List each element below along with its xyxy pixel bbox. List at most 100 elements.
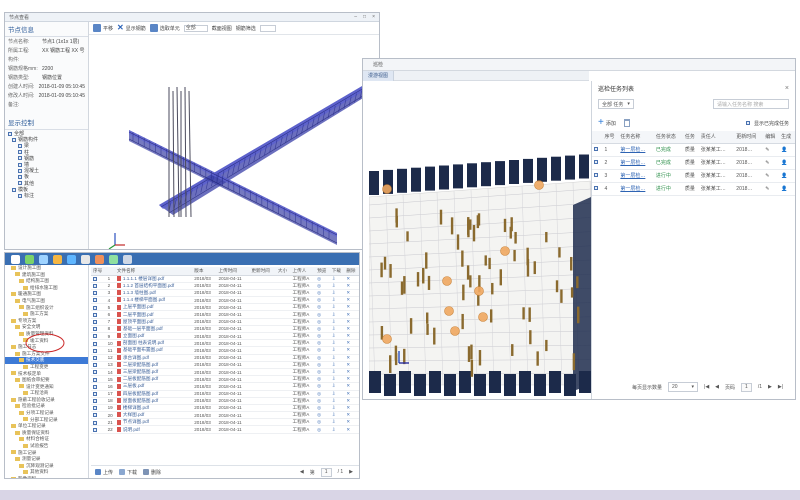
file-name-cell[interactable]: 说明.pdf bbox=[114, 425, 193, 434]
preview-icon[interactable]: ◎ bbox=[315, 296, 330, 305]
preview-icon[interactable]: ◎ bbox=[315, 368, 330, 377]
table-row[interactable]: 19 楼梯详图.pdf 2018/03 2018-04-11 工程师A ◎ ⇩ ✕ bbox=[91, 404, 359, 413]
folder-tree-item[interactable]: 施工方案 bbox=[5, 311, 88, 318]
folder-tree-item[interactable]: 结构施工图 bbox=[5, 278, 88, 285]
preview-icon[interactable]: ◎ bbox=[315, 303, 330, 312]
taskbar-app-icon[interactable] bbox=[95, 254, 104, 264]
task-name[interactable]: 第一层检… bbox=[618, 156, 654, 170]
table-row[interactable]: 15 二层板配筋图.pdf 2018/03 2018-04-11 工程师A ◎ ⇩ ✕ bbox=[91, 375, 359, 384]
delete-icon[interactable]: ✕ bbox=[344, 325, 359, 334]
download-icon[interactable]: ⇩ bbox=[329, 361, 345, 369]
folder-tree-item[interactable]: 隐蔽工程验收记录 bbox=[5, 397, 88, 404]
preview-icon[interactable]: ◎ bbox=[315, 404, 330, 413]
rebar-filter-input[interactable] bbox=[259, 24, 276, 32]
edit-icon[interactable]: ✎ bbox=[763, 143, 780, 157]
delete-icon[interactable]: ✕ bbox=[344, 289, 359, 298]
table-row[interactable]: 22 说明.pdf 2018/03 2018-04-11 工程师A ◎ ⇩ ✕ bbox=[91, 425, 359, 434]
task-row[interactable]: 2 第一层检… 已完成 质量 张某某工… 2018… ✎ 👤 bbox=[592, 156, 795, 170]
row-checkbox-cell[interactable] bbox=[592, 182, 603, 196]
download-icon[interactable]: ⇩ bbox=[329, 318, 345, 326]
preview-icon[interactable]: ◎ bbox=[315, 411, 330, 420]
download-icon[interactable]: ⇩ bbox=[329, 411, 345, 420]
task-type-select[interactable]: 全部 任务 ▾ bbox=[598, 99, 634, 109]
file-name-cell[interactable]: 立面图.pdf bbox=[114, 332, 193, 341]
download-icon[interactable]: ⇩ bbox=[329, 397, 345, 405]
download-icon[interactable]: ⇩ bbox=[329, 275, 345, 283]
taskbar-app-icon[interactable] bbox=[123, 254, 132, 264]
preview-icon[interactable]: ◎ bbox=[315, 310, 330, 319]
row-checkbox-cell[interactable] bbox=[91, 354, 106, 362]
edit-icon[interactable]: ✎ bbox=[763, 156, 780, 170]
preview-icon[interactable]: ◎ bbox=[315, 361, 330, 369]
row-checkbox-cell[interactable] bbox=[91, 390, 106, 398]
task-name[interactable]: 第一层检… bbox=[618, 169, 654, 183]
close-icon[interactable]: × bbox=[785, 85, 789, 92]
last-page-icon[interactable]: ▶| bbox=[778, 384, 783, 390]
table-row[interactable]: 1 1.1.1.1 楼层详图.pdf 2018/03 2018-04-11 工程师A ◎ ⇩… bbox=[91, 275, 359, 283]
delete-icon[interactable]: ✕ bbox=[344, 375, 359, 384]
file-name-cell[interactable]: 三层板.pdf bbox=[114, 382, 193, 391]
download-icon[interactable]: ⇩ bbox=[329, 310, 345, 319]
preview-icon[interactable]: ◎ bbox=[315, 325, 330, 334]
folder-tree-item[interactable]: 设计施工图 bbox=[5, 265, 88, 272]
preview-icon[interactable]: ◎ bbox=[315, 339, 330, 348]
file-name-cell[interactable]: 基础平面布置图.pdf bbox=[114, 346, 193, 355]
file-name-cell[interactable]: 四层板配筋图.pdf bbox=[114, 390, 193, 398]
preview-icon[interactable]: ◎ bbox=[315, 390, 330, 398]
delete-icon[interactable]: ✕ bbox=[344, 411, 359, 420]
file-name-cell[interactable]: 屋面板配筋图.pdf bbox=[114, 397, 193, 405]
delete-icon[interactable]: ✕ bbox=[344, 354, 359, 362]
download-icon[interactable]: ⇩ bbox=[329, 296, 345, 305]
file-name-cell[interactable]: 1.1.4 楼梯平面图.pdf bbox=[114, 296, 193, 305]
preview-icon[interactable]: ◎ bbox=[315, 382, 330, 391]
table-row[interactable]: 16 三层板.pdf 2018/03 2018-04-11 工程师A ◎ ⇩ ✕ bbox=[91, 382, 359, 391]
task-row[interactable]: 1 第一层检… 已完成 质量 张某某工… 2018… ✎ 👤 bbox=[592, 143, 795, 157]
task-search-input[interactable]: 请输入任务名称 搜索 bbox=[713, 99, 789, 109]
file-name-cell[interactable]: 三层梁配筋图.pdf bbox=[114, 368, 193, 377]
file-name-cell[interactable]: 二层平面图.pdf bbox=[114, 310, 193, 319]
filter-input[interactable]: 全部 bbox=[183, 24, 208, 32]
row-checkbox-cell[interactable] bbox=[91, 425, 106, 434]
preview-icon[interactable]: ◎ bbox=[315, 289, 330, 298]
preview-icon[interactable]: ◎ bbox=[315, 346, 330, 355]
table-row[interactable]: 21 节点详图.pdf 2018/03 2018-04-11 工程师A ◎ ⇩ ✕ bbox=[91, 418, 359, 427]
pager-prev-icon[interactable]: ◀ bbox=[300, 469, 304, 475]
preview-icon[interactable]: ◎ bbox=[315, 318, 330, 326]
download-icon[interactable]: ⇩ bbox=[329, 289, 345, 298]
file-name-cell[interactable]: 基础一层平面图.pdf bbox=[114, 325, 193, 334]
assign-user-icon[interactable]: 👤 bbox=[779, 143, 795, 157]
download-icon[interactable]: ⇩ bbox=[329, 354, 345, 362]
row-checkbox-cell[interactable] bbox=[91, 282, 106, 290]
table-row[interactable]: 18 屋面板配筋图.pdf 2018/03 2018-04-11 工程师A ◎ ⇩ ✕ bbox=[91, 397, 359, 405]
select-unit-button[interactable]: 选取单元 bbox=[149, 24, 180, 32]
taskbar-app-icon[interactable] bbox=[67, 254, 76, 264]
table-row[interactable]: 5 上层平面图.pdf 2018/03 2018-04-11 工程师A ◎ ⇩ ✕ bbox=[91, 303, 359, 312]
display-control-item[interactable]: 标注 bbox=[8, 193, 85, 199]
row-checkbox-cell[interactable] bbox=[91, 310, 106, 319]
file-name-cell[interactable]: 二层梁配筋图.pdf bbox=[114, 361, 193, 369]
file-name-cell[interactable]: 1.1.2 首层结构平面图.pdf bbox=[114, 282, 193, 290]
folder-tree-item[interactable]: 技术交底 bbox=[5, 357, 88, 364]
file-name-cell[interactable]: 上层平面图.pdf bbox=[114, 303, 193, 312]
row-checkbox-cell[interactable] bbox=[91, 318, 106, 326]
row-checkbox-cell[interactable] bbox=[91, 332, 106, 341]
download-icon[interactable]: ⇩ bbox=[329, 303, 345, 312]
taskbar-app-icon[interactable] bbox=[25, 254, 34, 264]
delete-icon[interactable]: ✕ bbox=[344, 346, 359, 355]
taskbar-app-icon[interactable] bbox=[109, 254, 118, 264]
table-row[interactable]: 14 三层梁配筋图.pdf 2018/03 2018-04-11 工程师A ◎ ⇩ ✕ bbox=[91, 368, 359, 377]
row-checkbox-cell[interactable] bbox=[91, 404, 106, 413]
delete-icon[interactable]: ✕ bbox=[344, 425, 359, 434]
pager-next-icon[interactable]: ▶ bbox=[349, 469, 359, 475]
task-row[interactable]: 4 第一层检… 进行中 质量 张某某工… 2018… ✎ 👤 bbox=[592, 182, 795, 196]
taskbar-app-icon[interactable] bbox=[11, 254, 20, 264]
taskbar-app-icon[interactable] bbox=[53, 254, 62, 264]
table-row[interactable]: 12 承台详图.pdf 2018/03 2018-04-11 工程师A ◎ ⇩ ✕ bbox=[91, 354, 359, 362]
row-checkbox-cell[interactable] bbox=[91, 325, 106, 334]
taskbar-app-icon[interactable] bbox=[39, 254, 48, 264]
page-input[interactable]: 1 bbox=[741, 382, 752, 392]
folder-tree-item[interactable]: 专项方案 bbox=[5, 318, 88, 325]
folder-tree-item[interactable]: 安全文明 bbox=[5, 324, 88, 331]
folder-tree-item[interactable]: 工程变更 bbox=[5, 364, 88, 371]
row-checkbox-cell[interactable] bbox=[91, 382, 106, 391]
